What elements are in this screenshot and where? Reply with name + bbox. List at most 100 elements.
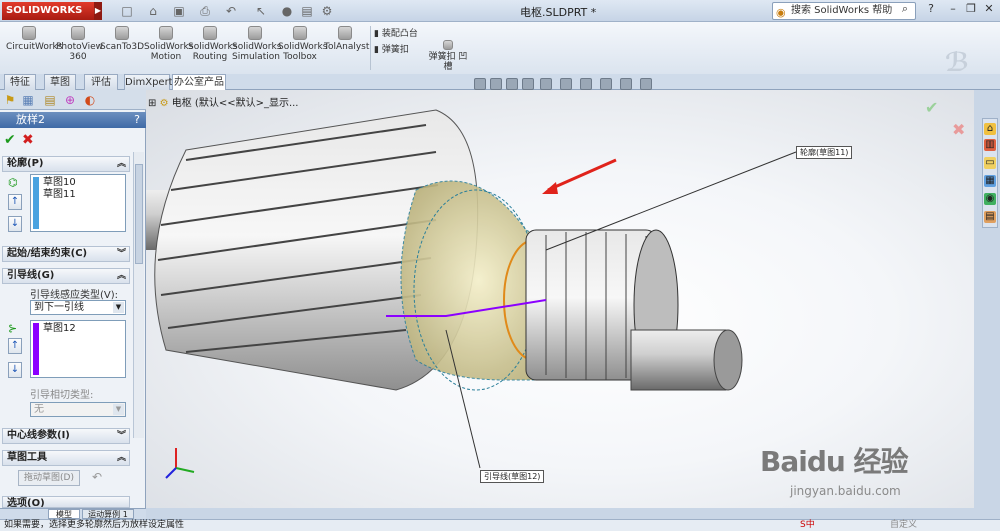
close-icon[interactable]: ✕ (982, 2, 996, 18)
guide-tangency-select[interactable]: 无 ▼ (30, 402, 126, 417)
section-profiles[interactable]: 轮廓(P) ︽ (2, 156, 130, 172)
scanto3d-button[interactable]: ScanTo3D (100, 26, 144, 52)
previous-view-icon[interactable] (506, 78, 518, 90)
move-up-button[interactable]: ↑ (8, 194, 22, 210)
custom-properties-icon[interactable]: ▤ (984, 211, 996, 223)
save-icon[interactable]: ▣ (172, 4, 186, 18)
ok-check-icon[interactable]: ✔ (4, 132, 16, 148)
design-library-icon[interactable]: ▥ (984, 139, 996, 151)
section-sketch-tools[interactable]: 草图工具 ︽ (2, 450, 130, 466)
solidworks-logo[interactable]: SOLIDWORKS (2, 2, 94, 20)
drag-sketch-button[interactable]: 拖动草图(D) (18, 470, 80, 486)
snap-hook-groove-label: 弹簧扣 凹槽 (428, 52, 468, 72)
circuitworks-button[interactable]: CircuitWorks (6, 26, 62, 52)
status-bar: 如果需要，选择更多轮廓然后为放样设定属性 S中 自定义 (0, 519, 1000, 531)
list-item[interactable]: 草图11 (43, 189, 125, 201)
feature-tree-flyout[interactable]: ⊞ ⚙ 电枢 (默认<<默认>_显示... (148, 94, 299, 109)
tolanalyst-button[interactable]: TolAnalyst (324, 26, 369, 52)
profile-callout[interactable]: 轮廓(草图11) (796, 146, 853, 159)
loft-header: 放样2 ? (0, 112, 146, 128)
tab-motion-study[interactable]: 运动算例 1 (82, 509, 134, 519)
section-centerline-parameters[interactable]: 中心线参数(I) ︾ (2, 428, 130, 444)
routing-button[interactable]: SolidWorks Routing (188, 26, 237, 62)
view-palette-icon[interactable]: ▦ (984, 175, 996, 187)
section-guide-curves[interactable]: 引导线(G) ︽ (2, 268, 130, 284)
edit-appearance-icon[interactable] (600, 78, 612, 90)
guide-callout[interactable]: 引导线(草图12) (480, 470, 545, 483)
menu-expand-icon[interactable]: ▶ (94, 2, 102, 20)
zoom-to-fit-icon[interactable] (474, 78, 486, 90)
display-style-icon[interactable] (560, 78, 572, 90)
view-settings-icon[interactable] (640, 78, 652, 90)
status-custom[interactable]: 自定义 (890, 520, 917, 531)
ime-icon[interactable]: S中 (800, 520, 815, 531)
file-explorer-icon[interactable]: ▭ (984, 157, 996, 169)
confirm-corner-ok-icon[interactable]: ✔ (925, 98, 938, 117)
guides-list[interactable]: 草图12 (30, 320, 126, 378)
guide-influence-select[interactable]: 到下一引线 ▼ (30, 300, 126, 315)
move-down-button[interactable]: ↓ (8, 216, 22, 232)
tab-sketch[interactable]: 草图 (44, 74, 76, 90)
restore-icon[interactable]: ❐ (964, 2, 978, 18)
help-icon[interactable]: ? (924, 2, 938, 18)
guide-move-up-button[interactable]: ↑ (8, 338, 22, 354)
apply-scene-icon[interactable] (620, 78, 632, 90)
mounting-boss-button[interactable]: ▮ 装配凸台 (374, 26, 418, 39)
print-icon[interactable]: ⎙ (198, 4, 212, 18)
configuration-manager-icon[interactable]: ▤ (42, 92, 58, 108)
scrollbar-thumb[interactable] (135, 164, 143, 264)
motion-button[interactable]: SolidWorks Motion (144, 26, 193, 62)
profiles-list[interactable]: 草图10 草图11 (30, 174, 126, 232)
section-view-icon[interactable] (522, 78, 534, 90)
rebuild-icon[interactable]: ● (280, 4, 294, 18)
home-icon[interactable]: ⌂ (984, 123, 996, 135)
expand-tree-icon[interactable]: ⊞ (148, 98, 156, 109)
snap-hook-button[interactable]: ▮ 弹簧扣 (374, 42, 409, 55)
undo-icon[interactable]: ↶ (224, 4, 238, 18)
search-go-icon[interactable]: ⌕ (898, 2, 912, 18)
section-options[interactable]: 选项(O) (2, 496, 130, 508)
photoview-label: PhotoView 360 (56, 42, 104, 62)
view-orientation-icon[interactable] (540, 78, 552, 90)
list-item[interactable]: 草图10 (43, 177, 125, 189)
options-icon[interactable]: ⚙ (320, 4, 334, 18)
snap-hook-label: 弹簧扣 (381, 45, 409, 55)
title-bar: SOLIDWORKS ▶ □ ⌂ ▣ ⎙ ↶ ↖ ● ▤ ⚙ 电枢.SLDPRT… (0, 0, 1000, 22)
minimize-icon[interactable]: – (946, 2, 960, 18)
display-manager-icon[interactable]: ◐ (82, 92, 98, 108)
undo-sketch-icon[interactable]: ↶ (92, 470, 102, 484)
tab-model[interactable]: 模型 (48, 509, 80, 519)
scanto3d-label: ScanTo3D (100, 42, 145, 52)
toolbox-button[interactable]: SolidWorks Toolbox (278, 26, 327, 62)
zoom-area-icon[interactable] (490, 78, 502, 90)
tab-evaluate[interactable]: 评估 (84, 74, 118, 90)
simulation-icon (248, 26, 262, 40)
section-start-end-constraints[interactable]: 起始/结束约束(C) ︾ (2, 246, 130, 262)
tab-features[interactable]: 特征 (4, 74, 36, 90)
baidu-watermark-url: jingyan.baidu.com (790, 484, 901, 498)
dimxpert-manager-icon[interactable]: ⊕ (62, 92, 78, 108)
simulation-button[interactable]: SolidWorks Simulation (232, 26, 281, 62)
help-button[interactable]: ? (134, 112, 140, 128)
appearances-icon[interactable]: ◉ (984, 193, 996, 205)
list-item[interactable]: 草图12 (43, 323, 125, 335)
tab-dimxpert[interactable]: DimXpert (124, 74, 173, 90)
snap-hook-groove-button[interactable]: 弹簧扣 凹槽 (428, 40, 468, 72)
profile-icon: ⌬ (8, 176, 18, 189)
file-properties-icon[interactable]: ▤ (300, 4, 314, 18)
feature-manager-icon[interactable]: ⚑ (2, 92, 18, 108)
open-document-icon[interactable]: ⌂ (146, 4, 160, 18)
cancel-x-icon[interactable]: ✖ (22, 132, 34, 148)
confirm-corner-cancel-icon[interactable]: ✖ (952, 120, 965, 139)
new-document-icon[interactable]: □ (120, 4, 134, 18)
help-search-input[interactable]: ◉ 搜索 SolidWorks 帮助 (772, 2, 916, 20)
annotation-arrow (547, 158, 617, 192)
hide-show-items-icon[interactable] (580, 78, 592, 90)
select-icon[interactable]: ↖ (254, 4, 268, 18)
tab-office-products[interactable]: 办公室产品 (172, 74, 226, 91)
guide-move-down-button[interactable]: ↓ (8, 362, 22, 378)
photoview-button[interactable]: PhotoView 360 (56, 26, 104, 62)
property-manager-scrollbar[interactable] (133, 152, 144, 438)
task-pane-tabs: ⌂ ▥ ▭ ▦ ◉ ▤ (982, 118, 998, 228)
property-manager-icon[interactable]: ▦ (20, 92, 36, 108)
